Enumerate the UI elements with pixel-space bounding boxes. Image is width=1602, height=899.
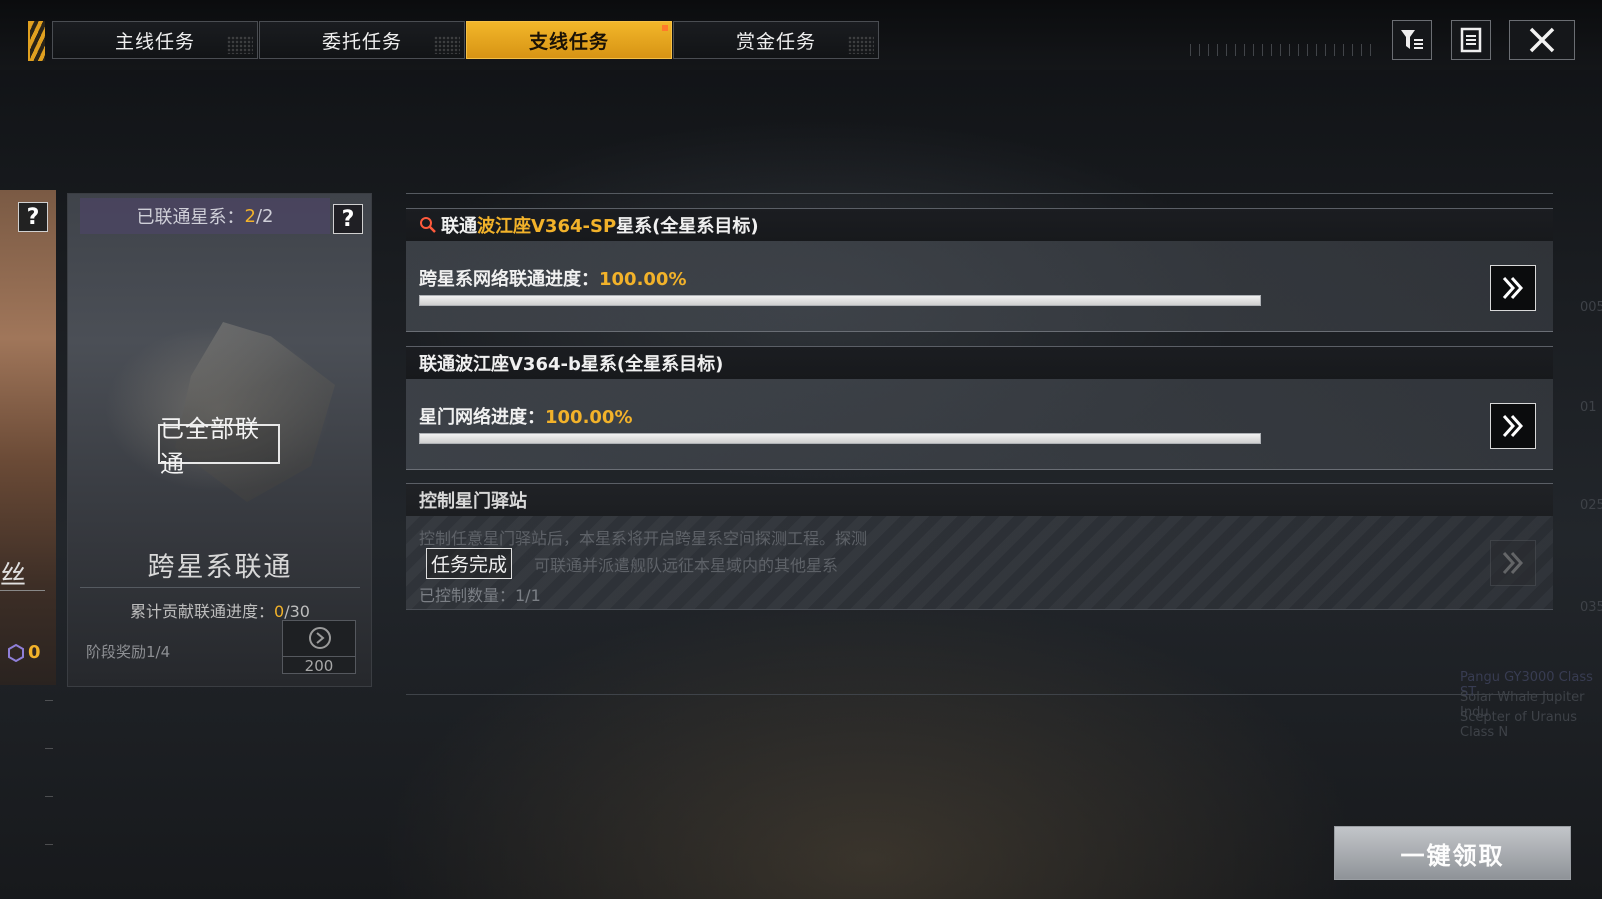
panel-top-line: [406, 193, 1553, 194]
tab-pattern: [434, 36, 460, 54]
task-1-go-button[interactable]: [1490, 265, 1536, 311]
task-3-desc-row: 任务完成 可联通并派遣舰队远征本星域内的其他星系: [419, 548, 838, 579]
contribution-progress: 累计贡献联通进度：0/30: [80, 598, 360, 622]
task-1-header: 联通 波江座V364-SP 星系(全星系目标): [406, 208, 1553, 241]
task-2-progress-bar: [419, 433, 1261, 444]
task-1-body: 跨星系网络联通进度：100.00%: [406, 241, 1553, 332]
task-3-desc-line1: 控制任意星门驿站后，本星系将开启跨星系空间探测工程。探测: [419, 529, 868, 548]
notes-icon: [1460, 27, 1482, 53]
linked-galaxies-header: 已联通星系： 2 /2: [80, 198, 330, 234]
task-1-progress-text: 跨星系网络联通进度：100.00%: [419, 265, 687, 291]
currency-value: 0: [28, 642, 41, 663]
task-2-header: 联通波江座V364-b星系(全星系目标): [406, 346, 1553, 379]
task-2-progress-text: 星门网络进度：100.00%: [419, 403, 633, 429]
stage-reward-label: 阶段奖励1/4: [86, 643, 171, 661]
task-2-progress-value: 100.00%: [545, 407, 633, 428]
contribution-total: /30: [284, 602, 310, 621]
side-mark: 025: [1580, 498, 1602, 513]
task-3-body: 控制任意星门驿站后，本星系将开启跨星系空间探测工程。探测 任务完成 可联通并派遣…: [406, 516, 1553, 610]
tab-label: 委托任务: [321, 30, 402, 53]
reward-icon: [309, 627, 331, 649]
tab-bounty-quest[interactable]: 赏金任务: [673, 21, 879, 59]
task-2-progress-label: 星门网络进度：: [419, 407, 545, 428]
close-button[interactable]: [1509, 20, 1575, 60]
task-1-progress-value: 100.00%: [599, 269, 687, 290]
task-2-progress-fill: [420, 434, 1260, 443]
side-mark: 01: [1580, 400, 1597, 415]
search-target-icon: [420, 217, 436, 233]
task-1-progress-fill: [420, 296, 1260, 305]
currency-display: 0: [8, 642, 41, 663]
contribution-current: 0: [274, 602, 285, 621]
badge-icon: [8, 643, 24, 662]
tab-side-quest[interactable]: 支线任务: [466, 21, 672, 59]
side-mark: 005: [1580, 300, 1602, 315]
task-2-body: 星门网络进度：100.00%: [406, 379, 1553, 470]
task-1-title-highlight: 波江座V364-SP: [477, 216, 617, 237]
help-icon[interactable]: ?: [18, 202, 48, 232]
chevron-double-right-icon: [1502, 551, 1524, 575]
contribution-label: 累计贡献联通进度：: [130, 602, 275, 621]
notes-button[interactable]: [1451, 20, 1491, 60]
partial-title: 丝: [0, 561, 27, 591]
side-text-line: Scepter of Uranus Class N: [1460, 710, 1577, 740]
panel-bottom-line: [406, 694, 1553, 695]
tab-label: 支线任务: [528, 30, 609, 53]
tab-commission-quest[interactable]: 委托任务: [259, 21, 465, 59]
card-title: 跨星系联通: [147, 552, 293, 583]
task-1-progress-label: 跨星系网络联通进度：: [419, 269, 599, 290]
filter-button[interactable]: [1392, 20, 1432, 60]
adjacent-card-preview[interactable]: [0, 190, 56, 685]
tab-pattern: [848, 36, 874, 54]
active-corner-marker: [662, 25, 668, 31]
linked-current: 2: [244, 205, 256, 227]
claim-all-button[interactable]: 一键领取: [1334, 826, 1571, 880]
tab-label: 主线任务: [114, 30, 195, 53]
tab-main-quest[interactable]: 主线任务: [52, 21, 258, 59]
side-mark: 035: [1580, 600, 1602, 615]
task-1-progress-bar: [419, 295, 1261, 306]
linked-total: /2: [255, 205, 274, 227]
tick-decoration: [1190, 44, 1375, 56]
help-icon[interactable]: ?: [333, 204, 363, 234]
tab-label: 赏金任务: [735, 30, 816, 53]
ruler-decoration: [45, 700, 53, 880]
divider: [80, 587, 360, 588]
all-linked-stamp: 已全部联通: [158, 415, 280, 478]
chevron-double-right-icon: [1502, 414, 1524, 438]
task-3-count: 已控制数量：1/1: [419, 586, 541, 605]
task-2-go-button[interactable]: [1490, 403, 1536, 449]
reward-amount: 200: [282, 656, 356, 675]
stripe-decoration: [28, 21, 45, 61]
task-3-go-button[interactable]: [1490, 540, 1536, 586]
task-3-title: 控制星门驿站: [419, 491, 527, 512]
task-2-title: 联通波江座V364-b星系(全星系目标): [419, 354, 724, 375]
task-1-title-suffix: 星系(全星系目标): [616, 216, 759, 237]
linked-label: 已联通星系：: [136, 207, 245, 228]
task-3-desc-line2: 可联通并派遣舰队远征本星域内的其他星系: [534, 555, 839, 575]
tab-pattern: [227, 36, 253, 54]
chevron-double-right-icon: [1502, 276, 1524, 300]
divider: [0, 590, 45, 591]
task-3-header: 控制星门驿站: [406, 483, 1553, 516]
task-complete-stamp: 任务完成: [426, 548, 513, 579]
close-icon: [1529, 27, 1555, 53]
task-1-title-prefix: 联通: [441, 216, 477, 237]
filter-icon: [1401, 30, 1423, 49]
